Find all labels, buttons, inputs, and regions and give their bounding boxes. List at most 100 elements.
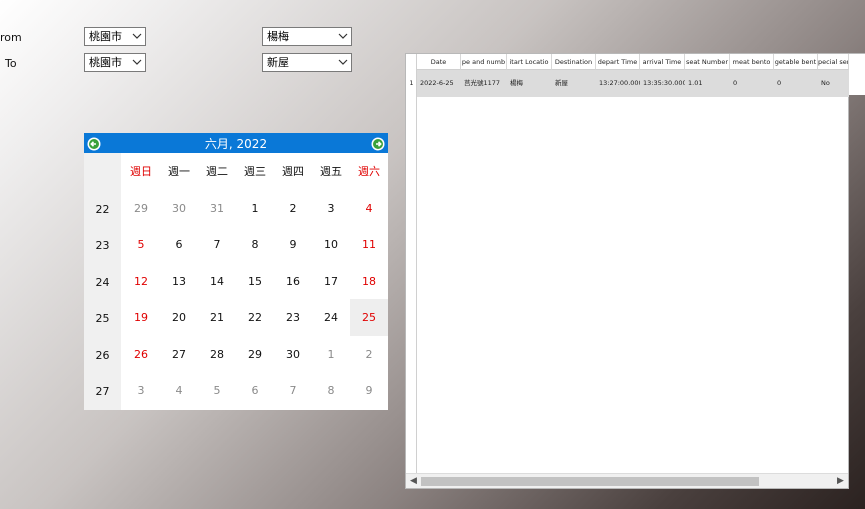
calendar-day[interactable]: 30 [274,336,312,373]
calendar-day[interactable]: 7 [198,226,236,263]
calendar-day[interactable]: 15 [236,263,274,300]
week-number: 27 [95,385,110,398]
calendar-day[interactable]: 25 [350,299,388,336]
calendar-day[interactable]: 31 [198,190,236,227]
from-label: rom [0,31,22,44]
weekday-header: 週一 [168,165,190,178]
column-header[interactable]: meat bento [730,54,774,70]
calendar-title: 六月, 2022 [204,137,268,151]
table-cell[interactable]: 2022-6-25 [417,70,461,97]
scrollbar-thumb[interactable] [421,477,759,486]
from-station-select[interactable]: 楊梅 [262,27,352,46]
calendar-day[interactable]: 4 [160,372,198,409]
table-cell[interactable]: 0 [774,70,818,97]
table-cell[interactable]: No [818,70,849,97]
week-number: 23 [95,239,110,252]
chevron-down-icon [338,54,348,71]
column-header[interactable]: itart Locatio [507,54,552,70]
column-header[interactable]: seat Number [685,54,730,70]
calendar-day[interactable]: 21 [198,299,236,336]
to-city-value: 桃園市 [89,56,122,69]
from-city-select[interactable]: 桃園市 [84,27,146,46]
table-cell[interactable]: 13:27:00.000 [596,70,640,97]
table-cell[interactable]: 新屋 [552,70,596,97]
calendar-day[interactable]: 27 [160,336,198,373]
weekday-header: 週二 [206,165,228,178]
calendar-day[interactable]: 23 [274,299,312,336]
weekday-header: 週三 [244,165,266,178]
calendar-day[interactable]: 11 [350,226,388,263]
table-cell[interactable]: 莒光號1177 [461,70,507,97]
column-header[interactable]: arrival Time [640,54,685,70]
calendar-day[interactable]: 2 [274,190,312,227]
calendar-day[interactable]: 9 [274,226,312,263]
calendar-day[interactable]: 13 [160,263,198,300]
arrow-right-icon [371,137,385,151]
column-header[interactable]: Date [417,54,461,70]
calendar-day[interactable]: 8 [236,226,274,263]
calendar-day[interactable]: 29 [236,336,274,373]
table-cell[interactable]: 0 [730,70,774,97]
calendar-day[interactable]: 9 [350,372,388,409]
calendar-day[interactable]: 3 [122,372,160,409]
table-cell[interactable]: 13:35:30.000 [640,70,685,97]
calendar-day[interactable]: 18 [350,263,388,300]
chevron-down-icon [132,28,142,45]
column-header[interactable]: getable bent [774,54,818,70]
table-cell[interactable]: 楊梅 [507,70,552,97]
column-header[interactable]: pe and numb [461,54,507,70]
column-header[interactable]: depart Time [596,54,640,70]
week-number: 22 [95,203,110,216]
calendar-day[interactable]: 28 [198,336,236,373]
horizontal-scrollbar[interactable]: ◀ ▶ [406,473,848,488]
calendar-day[interactable]: 5 [122,226,160,263]
to-city-select[interactable]: 桃園市 [84,53,146,72]
row-header-column [406,54,417,474]
calendar-day[interactable]: 6 [236,372,274,409]
row-number: 1 [409,79,414,87]
column-header[interactable]: pecial serv [818,54,849,70]
calendar-day[interactable]: 26 [122,336,160,373]
week-number: 26 [95,349,110,362]
scroll-right-button[interactable]: ▶ [833,474,848,489]
next-month-button[interactable] [371,136,385,151]
calendar-day[interactable]: 20 [160,299,198,336]
calendar-day[interactable]: 6 [160,226,198,263]
calendar-day[interactable]: 2 [350,336,388,373]
calendar-day[interactable]: 5 [198,372,236,409]
calendar-day[interactable]: 3 [312,190,350,227]
weekday-header: 週六 [358,165,380,178]
from-city-value: 桃園市 [89,30,122,43]
calendar-day[interactable]: 29 [122,190,160,227]
calendar-day[interactable]: 8 [312,372,350,409]
week-number: 25 [95,312,110,325]
from-station-value: 楊梅 [267,30,289,43]
to-station-select[interactable]: 新屋 [262,53,352,72]
weekday-header: 週五 [320,165,342,178]
calendar-day[interactable]: 16 [274,263,312,300]
to-label: To [5,57,17,70]
calendar: 六月, 2022 週日 週一 週二 週三 週四 週五 週六 22 23 24 25 26 27 29 3… [84,133,388,410]
calendar-day[interactable]: 22 [236,299,274,336]
calendar-day[interactable]: 4 [350,190,388,227]
scroll-left-button[interactable]: ◀ [406,474,421,489]
calendar-day[interactable]: 19 [122,299,160,336]
chevron-down-icon [132,54,142,71]
to-station-value: 新屋 [267,56,289,69]
weekday-header: 週日 [130,165,152,178]
calendar-day[interactable]: 7 [274,372,312,409]
calendar-day[interactable]: 17 [312,263,350,300]
calendar-day[interactable]: 14 [198,263,236,300]
calendar-day[interactable]: 30 [160,190,198,227]
week-number: 24 [95,276,110,289]
calendar-day[interactable]: 24 [312,299,350,336]
calendar-day[interactable]: 10 [312,226,350,263]
data-grid[interactable]: Date pe and numb itart Locatio Destination d… [405,53,849,489]
chevron-down-icon [338,28,348,45]
calendar-day[interactable]: 1 [236,190,274,227]
column-header[interactable]: Destination [552,54,596,70]
table-cell[interactable]: 1.01 [685,70,730,97]
calendar-day[interactable]: 12 [122,263,160,300]
calendar-day[interactable]: 1 [312,336,350,373]
weekday-header: 週四 [282,165,304,178]
